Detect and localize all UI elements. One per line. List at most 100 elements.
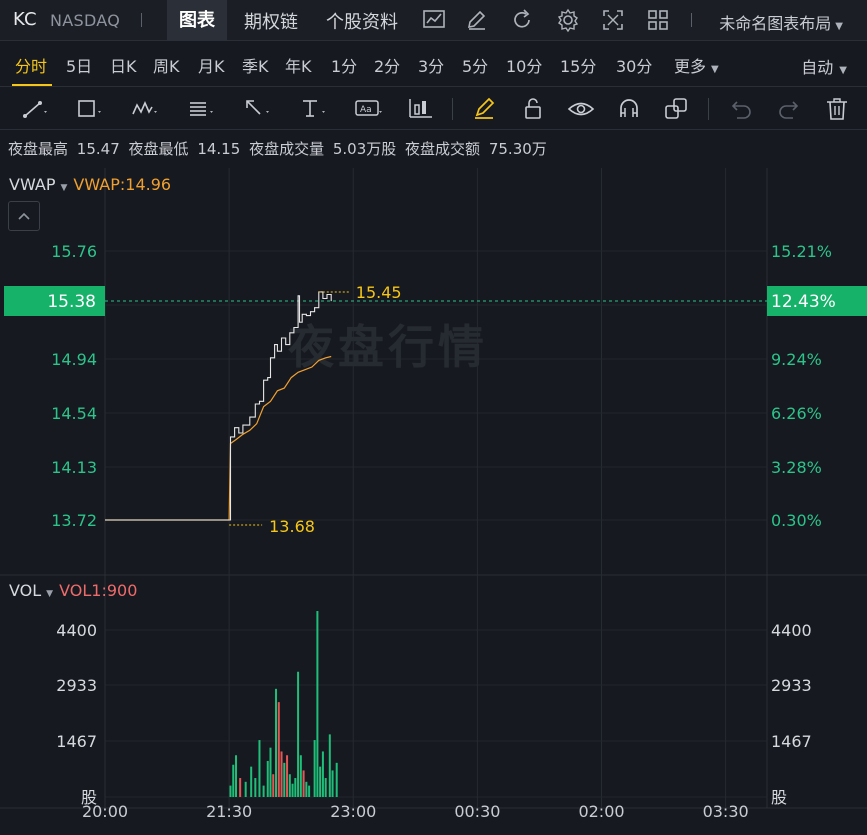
price-tick-label: 13.72 [51, 511, 97, 530]
volume-right-tick-label: 股 [771, 788, 787, 807]
volume-bar [297, 671, 300, 797]
time-axis-label: 21:30 [206, 802, 252, 821]
scale-mode-selector[interactable]: 自动 ▼ [801, 54, 847, 78]
volume-bar [331, 770, 334, 797]
percent-tick-label: 15.21% [771, 242, 832, 261]
volume-bar [280, 751, 283, 797]
stat-amount-label: 夜盘成交额 [405, 140, 481, 158]
volume-bar [235, 755, 238, 797]
fullscreen-icon[interactable] [600, 7, 626, 33]
tab-company-profile[interactable]: 个股资料 [326, 8, 398, 34]
settings-gear-icon[interactable] [555, 7, 581, 33]
period-intraday[interactable]: 分时 [15, 53, 47, 77]
price-tick-label: 14.94 [51, 350, 97, 369]
volume-bar [299, 755, 302, 797]
line-tool-icon[interactable] [20, 95, 50, 123]
volume-bar [302, 770, 305, 797]
intraday-chart[interactable]: 夜盘行情 15.76 14.94 14.54 14.13 13.72 15.21% 9.24%… [0, 168, 867, 835]
svg-text:Aa: Aa [360, 105, 372, 115]
volume-bar [335, 762, 338, 797]
layers-icon[interactable] [662, 95, 692, 123]
exchange-label: NASDAQ [50, 11, 121, 30]
volume-bar [321, 751, 324, 797]
volume-bar [313, 740, 316, 797]
chart-line-icon[interactable] [421, 7, 447, 33]
period-1min[interactable]: 1分 [331, 53, 357, 77]
chevron-down-icon: ▼ [46, 589, 54, 599]
header-separator-right [691, 13, 692, 27]
volume-bar [229, 785, 232, 797]
chevron-down-icon: ▼ [839, 65, 847, 76]
grid-layout-icon[interactable] [645, 7, 671, 33]
time-axis-label: 03:30 [703, 802, 749, 821]
vol-indicator-label[interactable]: VOL ▼ VOL1:900 [9, 581, 137, 600]
text-tool-icon[interactable] [298, 95, 328, 123]
vwap-indicator-label[interactable]: VWAP ▼ VWAP:14.96 [9, 175, 171, 194]
symbol-label: KC [13, 9, 37, 30]
volume-bar [232, 764, 235, 797]
header-separator [141, 13, 142, 27]
arrow-tool-icon[interactable] [242, 95, 272, 123]
note-tool-icon[interactable]: Aa [354, 95, 384, 123]
refresh-icon[interactable] [509, 7, 535, 33]
tab-options-chain[interactable]: 期权链 [244, 8, 298, 34]
period-active-indicator [12, 84, 52, 86]
vwap-indicator-value: VWAP:14.96 [73, 175, 172, 194]
high-marker-label: 15.45 [356, 283, 402, 302]
volume-bar [275, 688, 278, 797]
chevron-up-icon [18, 212, 30, 220]
period-3min[interactable]: 3分 [418, 53, 444, 77]
volume-right-tick-label: 4400 [771, 621, 812, 640]
collapse-indicator-button[interactable] [8, 201, 40, 231]
stat-high-value: 15.47 [76, 140, 120, 158]
chevron-down-icon: ▼ [711, 64, 719, 75]
volume-right-tick-label: 1467 [771, 732, 812, 751]
period-monthly[interactable]: 月K [198, 53, 225, 77]
period-daily[interactable]: 日K [110, 53, 137, 77]
volume-tick-label: 1467 [56, 732, 97, 751]
chevron-down-icon: ▼ [60, 183, 68, 193]
period-2min[interactable]: 2分 [374, 53, 400, 77]
period-10min[interactable]: 10分 [506, 53, 542, 77]
volume-bar [277, 702, 280, 797]
stat-volume-value: 5.03万股 [332, 140, 397, 158]
period-5day[interactable]: 5日 [66, 53, 92, 77]
fib-tool-icon[interactable] [186, 95, 216, 123]
stat-amount-value: 75.30万 [488, 140, 547, 158]
period-yearly[interactable]: 年K [285, 53, 312, 77]
period-5min[interactable]: 5分 [462, 53, 488, 77]
price-tick-label: 14.54 [51, 404, 97, 423]
low-marker-label: 13.68 [269, 517, 315, 536]
tab-chart[interactable]: 图表 [167, 0, 227, 41]
percent-tick-label: 9.24% [771, 350, 822, 369]
period-weekly[interactable]: 周K [153, 53, 180, 77]
volume-bar [269, 747, 272, 797]
current-price-value: 15.38 [47, 292, 96, 312]
brush-icon[interactable] [470, 95, 500, 123]
trash-icon[interactable] [822, 95, 852, 123]
undo-icon[interactable] [726, 95, 756, 123]
volume-tick-label: 4400 [56, 621, 97, 640]
watermark-text: 夜盘行情 [287, 320, 488, 374]
magnet-icon[interactable] [614, 95, 644, 123]
redo-icon[interactable] [774, 95, 804, 123]
period-15min[interactable]: 15分 [560, 53, 596, 77]
wave-tool-icon[interactable] [130, 95, 160, 123]
volume-bar [283, 762, 286, 797]
lock-icon[interactable] [518, 95, 548, 123]
period-more[interactable]: 更多 ▼ [674, 53, 719, 77]
volume-bar [324, 778, 327, 797]
period-quarterly[interactable]: 季K [242, 53, 269, 77]
rectangle-tool-icon[interactable] [74, 95, 104, 123]
pattern-tool-icon[interactable] [406, 95, 436, 123]
layout-selector[interactable]: 未命名图表布局 ▼ [719, 10, 843, 34]
time-axis-label: 20:00 [82, 802, 128, 821]
edit-icon[interactable] [464, 7, 490, 33]
scale-mode-label: 自动 [801, 58, 834, 77]
volume-bar [258, 740, 261, 797]
vol-indicator-value: VOL1:900 [59, 581, 138, 600]
volume-bar [262, 785, 265, 797]
period-30min[interactable]: 30分 [616, 53, 652, 77]
price-tick-label: 15.76 [51, 242, 97, 261]
eye-icon[interactable] [566, 95, 596, 123]
